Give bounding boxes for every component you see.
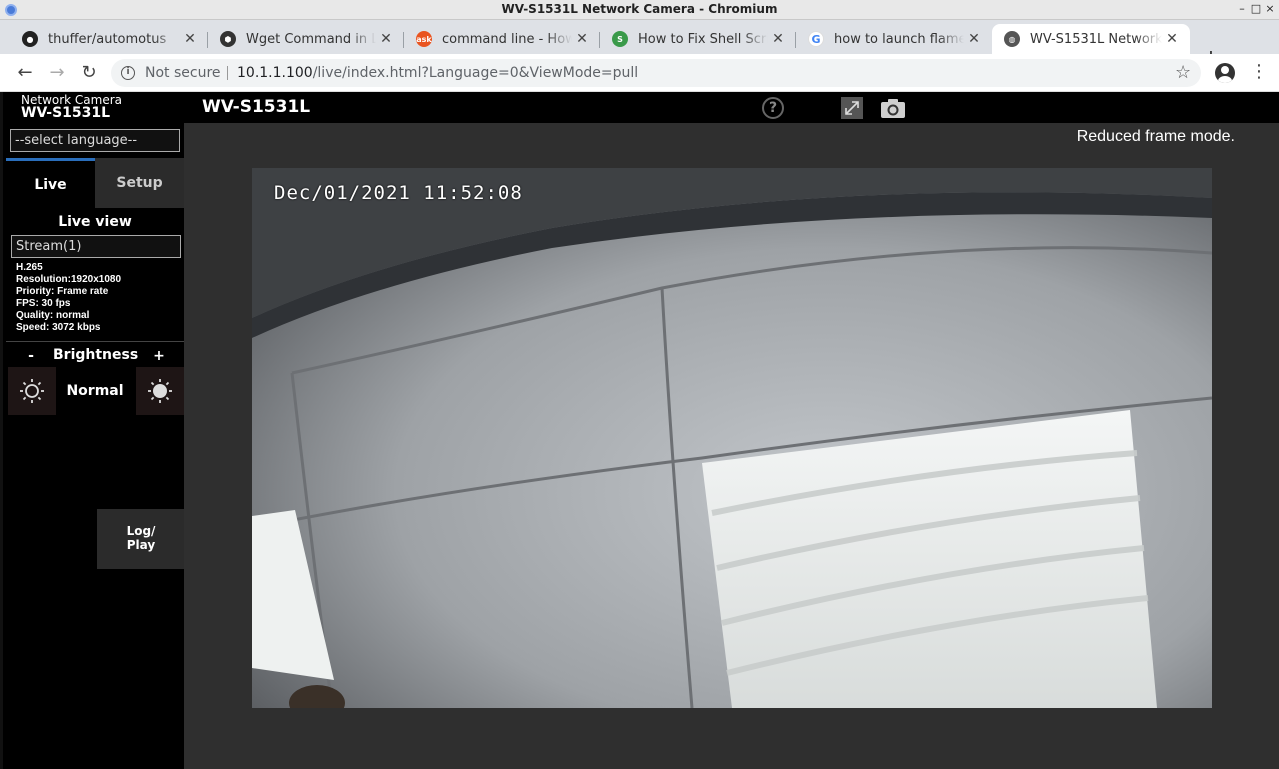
- priority-text: Priority: Frame rate: [16, 286, 109, 297]
- sidebar: Network Camera WV-S1531L --select langua…: [0, 92, 185, 769]
- page-title: WV-S1531L: [202, 97, 311, 117]
- brightness-down-button[interactable]: [8, 367, 56, 415]
- tab-shell-script[interactable]: S How to Fix Shell Scri ✕: [590, 24, 796, 54]
- tab-label: how to launch flame: [834, 31, 964, 47]
- frame-mode-status: Reduced frame mode.: [1076, 128, 1235, 145]
- window-title: WV-S1531L Network Camera - Chromium: [501, 2, 778, 16]
- brightness-value: Normal: [66, 383, 124, 399]
- tab-wget[interactable]: ⬢ Wget Command in L ✕: [198, 24, 404, 54]
- tab-close-icon[interactable]: ✕: [964, 31, 984, 47]
- language-select[interactable]: --select language--: [10, 129, 180, 152]
- live-view-area: Reduced frame mode. Dec/01/2021 11:52:08: [184, 123, 1279, 769]
- camera-page: Network Camera WV-S1531L --select langua…: [0, 92, 1279, 769]
- sun-filled-icon: [148, 379, 172, 403]
- divider: [6, 341, 184, 342]
- fullscreen-icon[interactable]: [841, 97, 863, 119]
- github-icon: ●: [22, 31, 38, 47]
- brightness-up-button[interactable]: [136, 367, 184, 415]
- tab-setup[interactable]: Setup: [95, 158, 184, 208]
- profile-icon[interactable]: [1215, 63, 1235, 83]
- tab-label: thuffer/automotus: [48, 31, 167, 47]
- tab-close-icon[interactable]: ✕: [768, 31, 788, 47]
- menu-icon[interactable]: ⋮: [1250, 62, 1268, 82]
- brand-model: WV-S1531L: [21, 105, 111, 121]
- security-label: Not secure: [145, 65, 221, 81]
- forward-icon[interactable]: →: [46, 62, 68, 84]
- camera-video-feed[interactable]: Dec/01/2021 11:52:08: [252, 168, 1212, 708]
- speed-text: Speed: 3072 kbps: [16, 322, 101, 333]
- minimize-button[interactable]: –: [1236, 2, 1248, 15]
- resolution-text: Resolution:1920x1080: [16, 274, 122, 285]
- codec-text: H.265: [16, 262, 43, 273]
- tab-live[interactable]: Live: [6, 158, 95, 208]
- askubuntu-icon: ask: [416, 31, 432, 47]
- brightness-plus: +: [153, 348, 165, 364]
- tab-label: WV-S1531L Network: [1030, 31, 1162, 47]
- fps-text: FPS: 30 fps: [16, 298, 71, 309]
- brightness-minus: -: [28, 348, 34, 364]
- tab-label: command line - How: [442, 31, 572, 47]
- tab-camera[interactable]: ◍ WV-S1531L Network ✕: [992, 24, 1190, 54]
- info-icon[interactable]: i: [121, 66, 135, 80]
- tab-close-icon[interactable]: ✕: [572, 31, 592, 47]
- url-text: 10.1.1.100/live/index.html?Language=0&Vi…: [237, 65, 639, 81]
- live-view-heading: Live view: [58, 214, 132, 230]
- quality-text: Quality: normal: [16, 310, 90, 321]
- address-bar[interactable]: i Not secure 10.1.1.100/live/index.html?…: [111, 59, 1201, 87]
- tab-close-icon[interactable]: ✕: [376, 31, 396, 47]
- back-icon[interactable]: ←: [14, 62, 36, 84]
- video-timestamp: Dec/01/2021 11:52:08: [274, 182, 523, 204]
- tab-label: How to Fix Shell Scri: [638, 31, 768, 47]
- window-title-bar: WV-S1531L Network Camera - Chromium – □ …: [0, 0, 1279, 20]
- header-strip: [184, 92, 1279, 123]
- stream-info: H.265 Resolution:1920x1080 Priority: Fra…: [16, 262, 121, 334]
- site-icon: S: [612, 31, 628, 47]
- tab-close-icon[interactable]: ✕: [1162, 31, 1182, 47]
- tab-askubuntu[interactable]: ask command line - How ✕: [394, 24, 600, 54]
- reload-icon[interactable]: ↻: [78, 62, 100, 84]
- maximize-button[interactable]: □: [1250, 2, 1262, 15]
- globe-icon: ◍: [1004, 31, 1020, 47]
- close-window-button[interactable]: ×: [1264, 2, 1276, 15]
- site-icon: ⬢: [220, 31, 236, 47]
- browser-toolbar: ← → ↻ i Not secure 10.1.1.100/live/index…: [0, 54, 1279, 92]
- log-play-button[interactable]: Log/ Play: [97, 509, 185, 569]
- sun-outline-icon: [20, 379, 44, 403]
- tab-label: Wget Command in L: [246, 31, 376, 47]
- bookmark-star-icon[interactable]: ☆: [1175, 62, 1191, 83]
- help-icon[interactable]: ?: [762, 97, 784, 119]
- stream-select[interactable]: Stream(1): [11, 235, 181, 258]
- tab-close-icon[interactable]: ✕: [180, 31, 200, 47]
- snapshot-camera-icon[interactable]: [880, 97, 906, 119]
- tab-strip: ● thuffer/automotus ✕ ⬢ Wget Command in …: [0, 20, 1279, 71]
- camera-image: [252, 168, 1212, 708]
- tab-github[interactable]: ● thuffer/automotus ✕: [0, 24, 208, 54]
- google-icon: G: [808, 31, 824, 47]
- brightness-label: Brightness: [53, 347, 139, 363]
- tab-google[interactable]: G how to launch flame ✕: [786, 24, 992, 54]
